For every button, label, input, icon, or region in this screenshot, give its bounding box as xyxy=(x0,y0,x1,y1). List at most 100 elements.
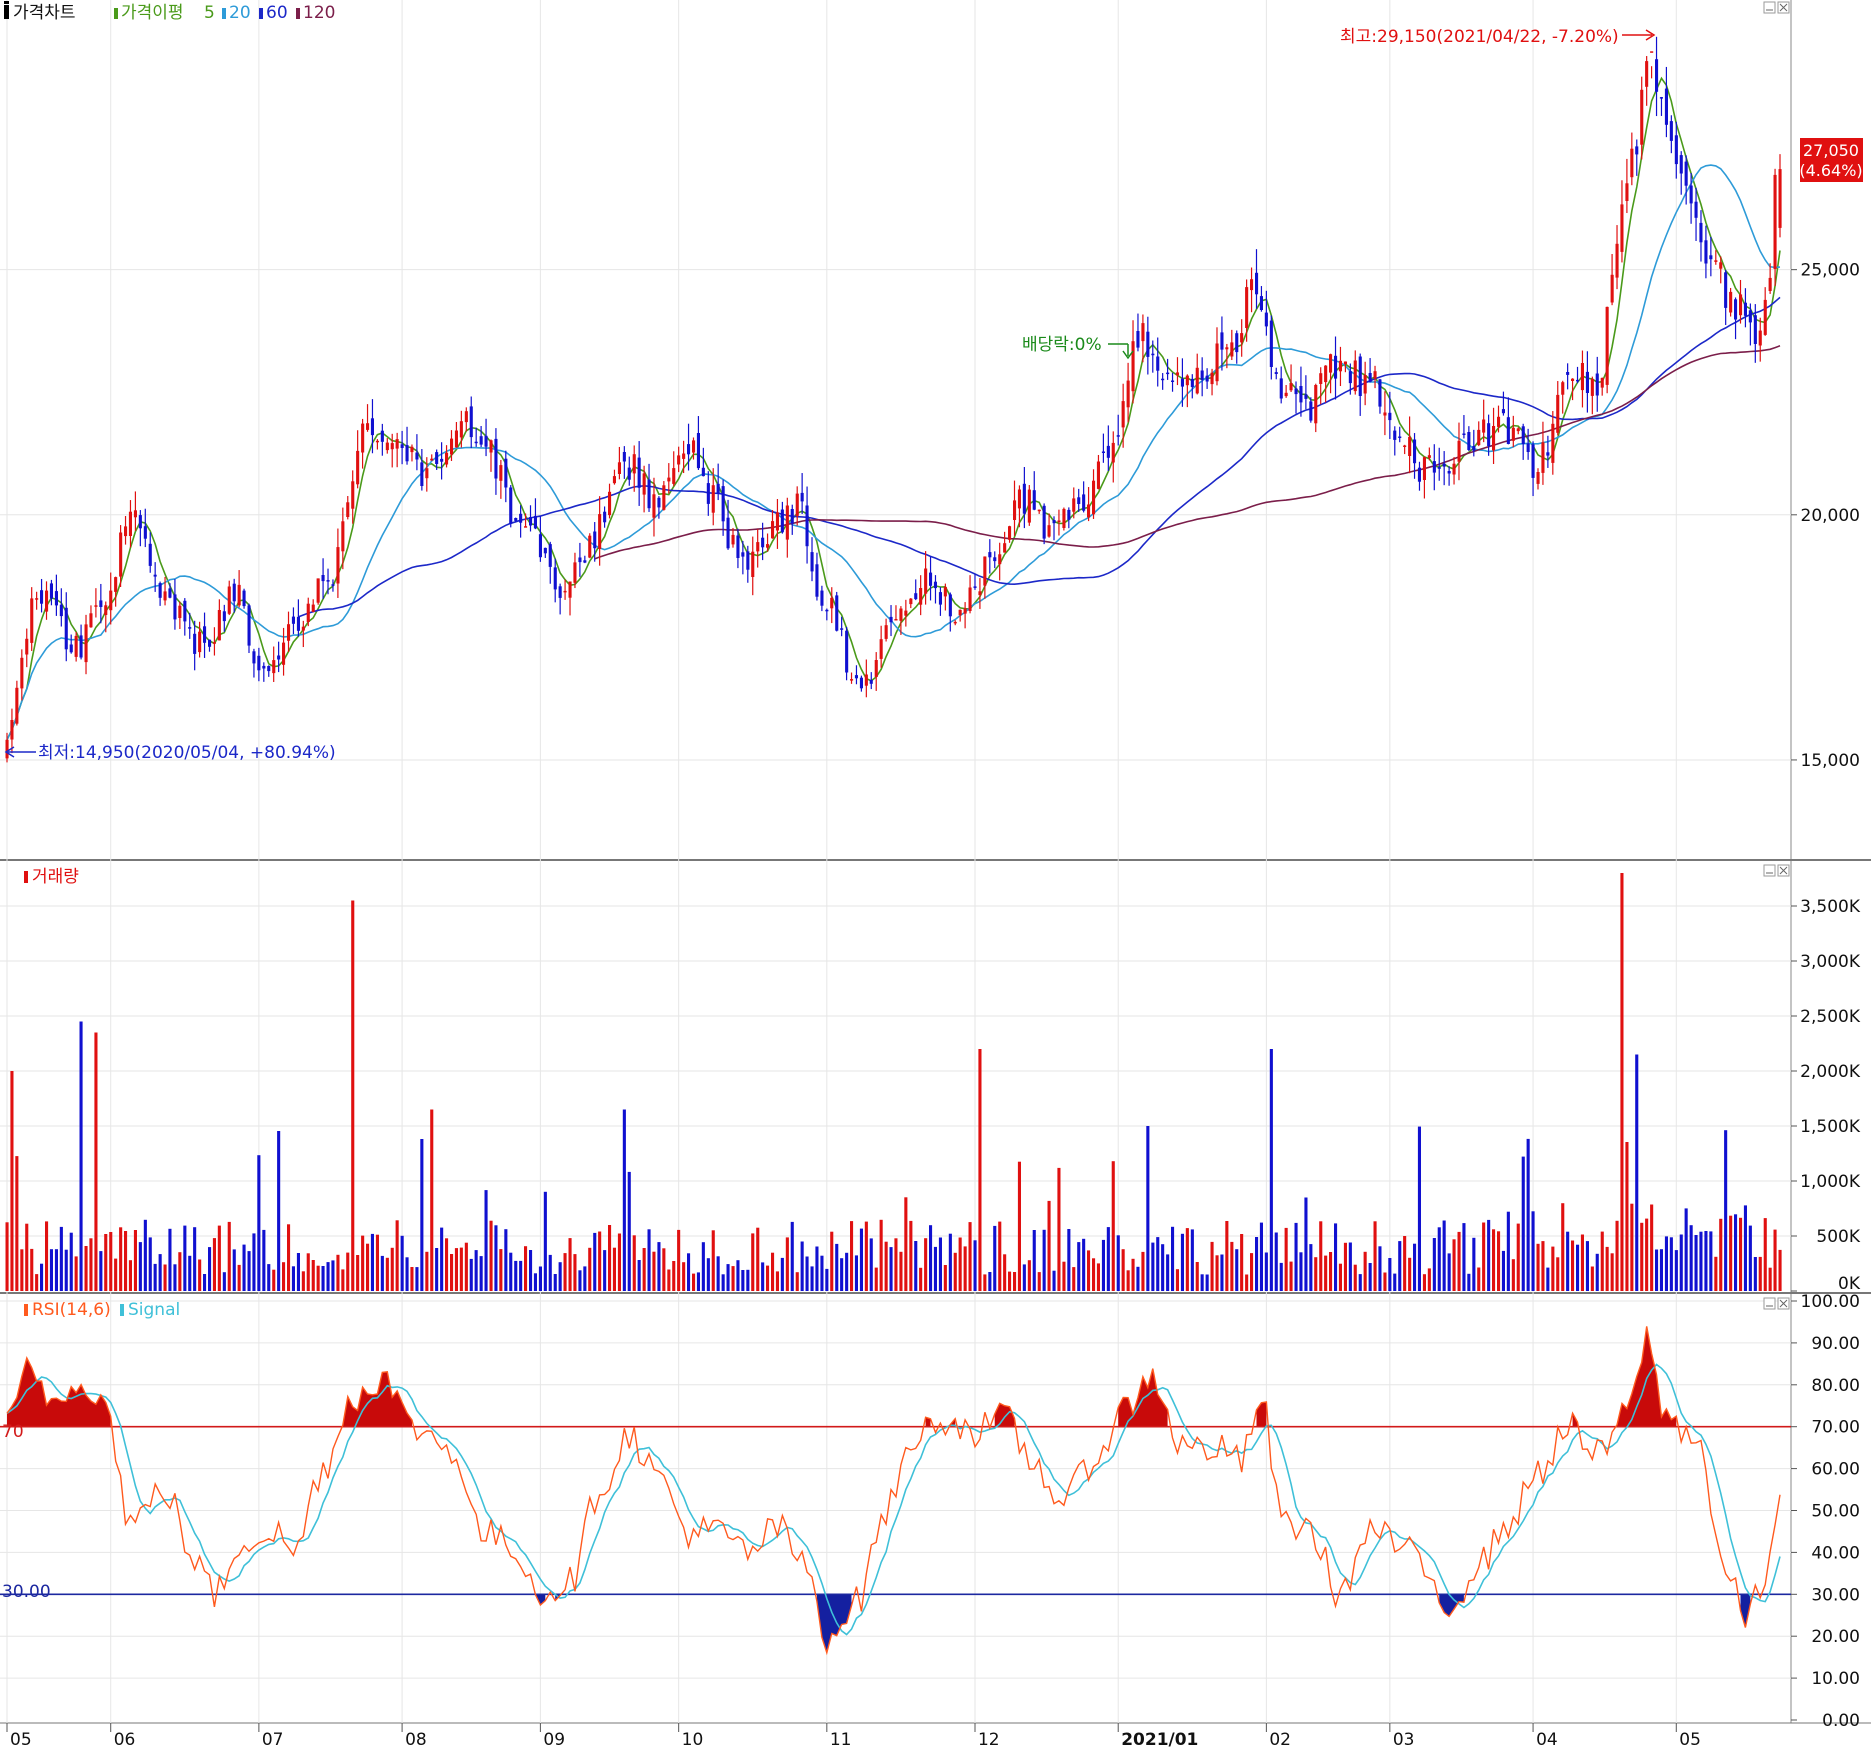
volume-bar xyxy=(603,1250,607,1291)
candle-body xyxy=(1338,360,1342,372)
candlestick xyxy=(1062,507,1066,531)
volume-bar xyxy=(1684,1208,1688,1291)
candle-body xyxy=(726,517,730,549)
volume-bar xyxy=(1092,1258,1096,1291)
volume-bar xyxy=(593,1232,597,1291)
candle-body xyxy=(282,642,286,665)
volume-bar xyxy=(208,1247,212,1291)
candle-body xyxy=(1408,436,1412,456)
volume-bar xyxy=(1561,1203,1565,1291)
candle-body xyxy=(1220,332,1224,350)
price-tick-label: 15,000 xyxy=(1801,751,1860,771)
candle-body xyxy=(1393,430,1397,440)
volume-bar xyxy=(854,1255,858,1291)
candlestick xyxy=(1042,503,1046,545)
volume-bar xyxy=(469,1258,473,1291)
volume-bar xyxy=(1516,1223,1520,1291)
volume-bar xyxy=(1763,1218,1767,1291)
volume-bar xyxy=(692,1273,696,1291)
volume-bar xyxy=(1309,1244,1313,1291)
volume-bar xyxy=(1116,1235,1120,1291)
candle-body xyxy=(593,531,597,549)
candle-body xyxy=(380,430,384,442)
volume-bar xyxy=(993,1225,997,1291)
candle-body xyxy=(1136,331,1140,348)
candle-body xyxy=(321,575,325,582)
candle-body xyxy=(687,444,691,455)
candle-body xyxy=(440,458,444,462)
volume-bar xyxy=(529,1250,533,1291)
candle-body xyxy=(375,440,379,443)
ma-legend-period-5: 5 xyxy=(204,3,215,23)
rsi-legend: RSI(14,6) Signal xyxy=(24,1300,180,1320)
candle-body xyxy=(1096,461,1100,489)
volume-bar xyxy=(1383,1272,1387,1291)
candle-body xyxy=(351,481,355,509)
price-pane-minimize-button[interactable] xyxy=(1763,1,1776,14)
volume-bar xyxy=(1576,1244,1580,1291)
volume-bar xyxy=(395,1220,399,1291)
candle-body xyxy=(1536,472,1540,484)
date-tick-label: 02 xyxy=(1269,1730,1291,1749)
volume-bar xyxy=(1111,1161,1115,1291)
candle-body xyxy=(1457,440,1461,462)
volume-bar xyxy=(948,1233,952,1291)
volume-bar xyxy=(133,1230,137,1291)
candle-body xyxy=(652,494,656,518)
volume-bar xyxy=(1269,1049,1273,1291)
volume-bar xyxy=(1284,1227,1288,1291)
volume-bar xyxy=(682,1262,686,1291)
candle-body xyxy=(124,526,128,537)
candle-body xyxy=(494,438,498,479)
volume-bar xyxy=(316,1265,320,1291)
candle-body xyxy=(1669,121,1673,141)
candle-body xyxy=(499,465,503,481)
rsi-pane-minimize-button[interactable] xyxy=(1763,1297,1776,1310)
volume-bar xyxy=(1304,1197,1308,1291)
candle-body xyxy=(899,608,903,621)
candle-body xyxy=(716,483,720,494)
chart-area xyxy=(0,0,1791,1723)
candle-body xyxy=(469,406,473,438)
candle-body xyxy=(884,625,888,639)
volume-bar xyxy=(109,1232,113,1291)
volume-bar xyxy=(346,1252,350,1291)
volume-bar xyxy=(1324,1255,1328,1291)
candle-body xyxy=(1566,372,1570,375)
volume-bar xyxy=(1758,1256,1762,1291)
candle-body xyxy=(1348,371,1352,384)
candle-body xyxy=(79,635,83,658)
volume-bar xyxy=(1541,1241,1545,1291)
volume-bar xyxy=(15,1156,19,1291)
candlestick xyxy=(588,533,592,559)
candle-body xyxy=(1482,419,1486,433)
candle-body xyxy=(217,610,221,641)
volume-bar xyxy=(183,1225,187,1291)
candle-body xyxy=(721,486,725,522)
volume-bar xyxy=(1047,1200,1051,1291)
volume-pane-minimize-button[interactable] xyxy=(1763,864,1776,877)
volume-bar xyxy=(711,1230,715,1291)
volume-bar xyxy=(1230,1241,1234,1291)
ma-legend-period-60: 60 xyxy=(266,3,288,23)
volume-bar xyxy=(978,1049,982,1291)
candle-body xyxy=(533,515,537,529)
candle-body xyxy=(74,635,78,657)
volume-bar xyxy=(1264,1252,1268,1291)
volume-bar xyxy=(677,1229,681,1291)
volume-tick-label: 3,500K xyxy=(1800,897,1861,917)
candle-body xyxy=(1694,201,1698,218)
candle-body xyxy=(193,633,197,654)
candle-body xyxy=(988,552,992,558)
volume-bar xyxy=(1482,1222,1486,1291)
candlestick xyxy=(242,588,246,609)
candle-body xyxy=(662,485,666,510)
candle-body xyxy=(405,445,409,462)
candle-body xyxy=(558,586,562,598)
stock-chart-svg[interactable]: 15,000 20,000 25,000 0K 500K 1,000K 1,500K 2,0… xyxy=(0,0,1871,1750)
candle-body xyxy=(489,440,493,453)
date-tick-label: 10 xyxy=(682,1730,704,1749)
rsi-tick-label: 30.00 xyxy=(1811,1585,1860,1605)
candle-body xyxy=(741,552,745,557)
candle-body xyxy=(1724,272,1728,308)
